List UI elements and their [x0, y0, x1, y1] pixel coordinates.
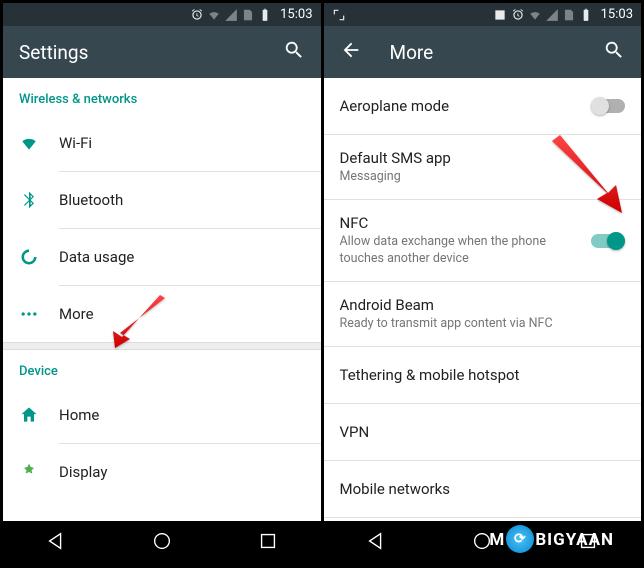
wifi-icon [207, 8, 221, 22]
row-wifi[interactable]: Wi-Fi [3, 115, 321, 171]
section-device: Device [3, 350, 321, 387]
battery-icon [579, 8, 593, 22]
row-nfc[interactable]: NFC Allow data exchange when the phone t… [324, 200, 642, 281]
nav-back[interactable] [45, 530, 67, 556]
wifi-icon [528, 8, 542, 22]
data-usage-icon [19, 247, 39, 267]
settings-list: Wireless & networks Wi-Fi Bluetooth Data… [3, 78, 321, 521]
search-icon [603, 39, 625, 61]
row-home[interactable]: Home [3, 387, 321, 443]
nav-recent[interactable] [257, 530, 279, 556]
status-bar: 15:03 [324, 3, 642, 26]
back-button[interactable] [340, 39, 362, 65]
signal-icon [545, 8, 559, 22]
arrow-back-icon [340, 39, 362, 61]
row-aeroplane[interactable]: Aeroplane mode [324, 78, 642, 134]
row-sms[interactable]: Default SMS app Messaging [324, 135, 642, 199]
battery-icon [258, 8, 272, 22]
wifi-icon [19, 133, 39, 153]
section-wireless: Wireless & networks [3, 78, 321, 115]
bluetooth-icon [19, 190, 39, 210]
row-bluetooth[interactable]: Bluetooth [3, 172, 321, 228]
nosim-icon [241, 8, 255, 22]
nav-bar [3, 521, 321, 565]
alarm-icon [511, 8, 525, 22]
screenshot-icon [332, 8, 346, 22]
alarm-icon [190, 8, 204, 22]
switch-nfc[interactable] [591, 234, 625, 248]
clock: 15:03 [601, 7, 633, 22]
signal-icon [224, 8, 238, 22]
page-title: Settings [19, 41, 283, 64]
page-title: More [390, 41, 604, 64]
search-button[interactable] [283, 39, 305, 65]
more-list: Aeroplane mode Default SMS app Messaging… [324, 78, 642, 521]
display-icon [19, 462, 39, 482]
nav-home[interactable] [151, 530, 173, 556]
nosim-icon [562, 8, 576, 22]
app-bar: Settings [3, 26, 321, 78]
row-vpn[interactable]: VPN [324, 404, 642, 460]
row-emergency[interactable]: Emergency broadcasts [324, 518, 642, 521]
row-display[interactable]: Display [3, 444, 321, 500]
row-tethering[interactable]: Tethering & mobile hotspot [324, 347, 642, 403]
search-icon [283, 39, 305, 61]
nav-back[interactable] [365, 530, 387, 556]
image-icon [493, 8, 507, 22]
switch-aeroplane[interactable] [591, 99, 625, 113]
app-bar: More [324, 26, 642, 78]
row-more[interactable]: More [3, 286, 321, 342]
row-datausage[interactable]: Data usage [3, 229, 321, 285]
phone-left: 15:03 Settings Wireless & networks Wi-Fi… [3, 3, 321, 565]
row-beam[interactable]: Android Beam Ready to transmit app conte… [324, 282, 642, 346]
phone-right: 15:03 More Aeroplane mode Default SMS ap… [324, 3, 642, 565]
clock: 15:03 [280, 7, 312, 22]
status-bar: 15:03 [3, 3, 321, 26]
home-icon [19, 405, 39, 425]
more-horiz-icon [19, 304, 39, 324]
search-button[interactable] [603, 39, 625, 65]
watermark: M⟳BIGYAAN [489, 526, 614, 554]
row-mobilenet[interactable]: Mobile networks [324, 461, 642, 517]
